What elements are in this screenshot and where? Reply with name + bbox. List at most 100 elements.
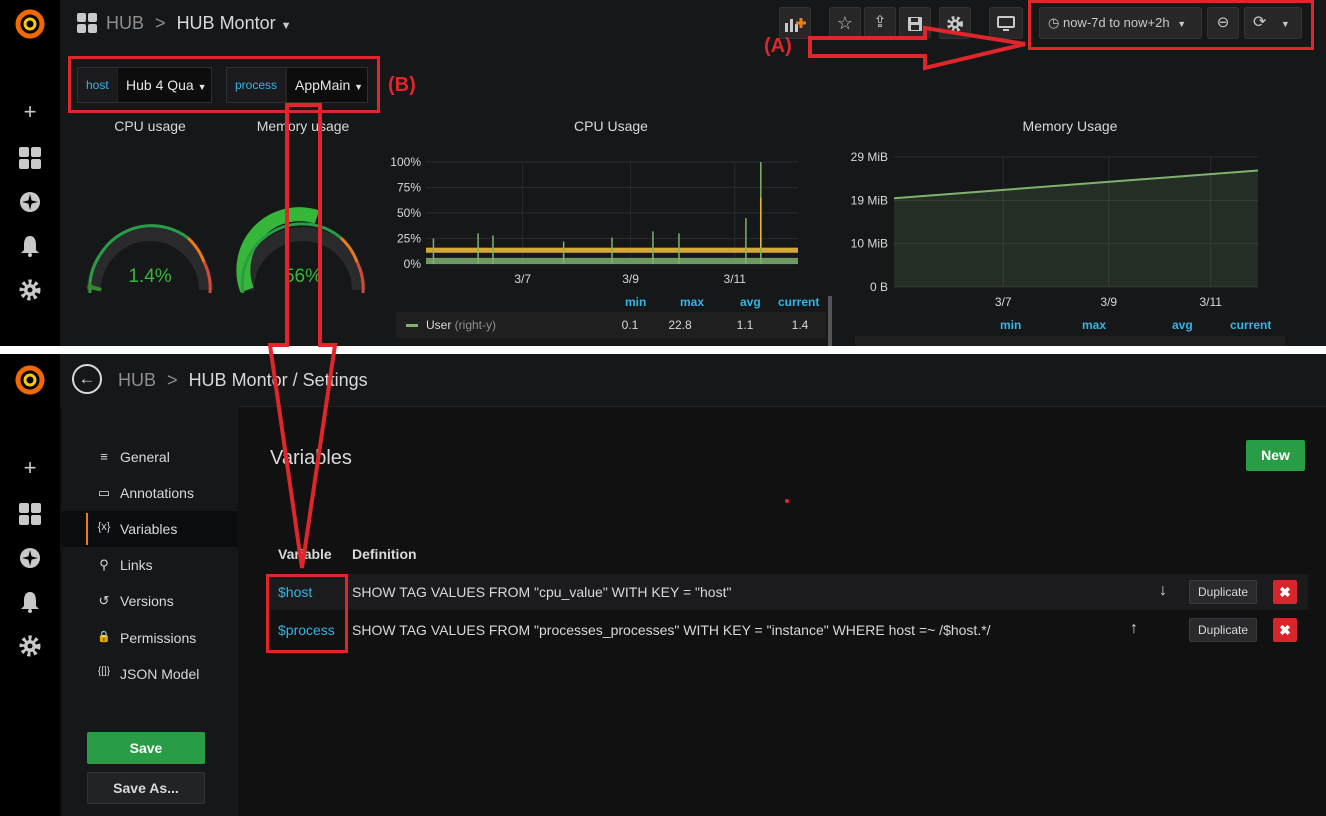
legend-header[interactable]: min [1000, 318, 1021, 332]
memory-usage-graph[interactable]: 29 MiB 19 MiB 10 MiB 0 B 3/7 3/9 3/11 [838, 148, 1278, 308]
nav-item-variables[interactable]: {x} Variables [62, 511, 238, 547]
cpu-usage-graph[interactable]: 100% 75% 50% 25% 0% 3/7 3/9 3/11 [380, 148, 820, 288]
grafana-logo-icon[interactable] [14, 364, 46, 396]
arrow-up-icon[interactable]: ↑ [1130, 620, 1138, 638]
back-arrow-icon[interactable]: ← [72, 364, 102, 394]
x-tick-label: 3/9 [622, 272, 639, 286]
table-row: $host SHOW TAG VALUES FROM "cpu_value" W… [268, 574, 1308, 610]
y-tick-label: 10 MiB [851, 237, 888, 251]
annotation-label-b: (B) [388, 74, 416, 96]
nav-item-permissions[interactable]: 🔒 Permissions [62, 620, 238, 656]
legend-header[interactable]: avg [740, 295, 761, 309]
new-variable-button[interactable]: New [1246, 440, 1305, 471]
legend-value: 22.8 [668, 318, 692, 332]
nav-label: Links [120, 557, 153, 573]
red-dot [785, 499, 789, 503]
breadcrumb-separator: > [155, 13, 166, 33]
breadcrumb-folder[interactable]: HUB [106, 13, 144, 33]
table-row: $process SHOW TAG VALUES FROM "processes… [268, 612, 1308, 648]
legend-value: 0.1 [621, 318, 639, 332]
duplicate-button[interactable]: Duplicate [1189, 618, 1257, 642]
breadcrumb-folder[interactable]: HUB [118, 370, 156, 390]
plus-icon[interactable]: + [18, 100, 42, 124]
explore-compass-icon[interactable] [18, 546, 42, 570]
grafana-logo-icon[interactable] [14, 8, 46, 40]
sidebar: + [0, 0, 60, 346]
legend-header[interactable]: current [778, 295, 819, 309]
nav-label: General [120, 449, 170, 465]
link-icon: ⚲ [99, 557, 109, 572]
configuration-gear-icon[interactable] [18, 278, 42, 302]
scrollbar[interactable] [828, 296, 832, 346]
delete-icon[interactable]: ✖ [1273, 618, 1297, 642]
x-tick-label: 3/11 [1199, 295, 1222, 308]
save-as-button[interactable]: Save As... [87, 772, 205, 804]
series-area [894, 170, 1258, 287]
y-tick-label: 100% [390, 155, 421, 169]
annotation-arrow-a [808, 25, 1026, 71]
x-tick-label: 3/7 [995, 295, 1012, 308]
annotation-arrow-b [267, 103, 338, 569]
nav-item-annotations[interactable]: ▭ Annotations [62, 475, 238, 511]
history-icon: ↺ [98, 593, 110, 608]
legend-header[interactable]: avg [1172, 318, 1193, 332]
dashboards-icon[interactable] [18, 146, 42, 170]
legend-header[interactable]: max [1082, 318, 1106, 332]
cpu-gauge: 1.4% [87, 224, 213, 294]
sliders-icon: ≡ [100, 449, 108, 464]
legend-row-partial [855, 336, 1285, 346]
nav-item-general[interactable]: ≡ General [62, 439, 238, 475]
legend-value: 1.1 [736, 318, 754, 332]
nav-label: Annotations [120, 485, 194, 501]
y-tick-label: 29 MiB [851, 150, 888, 164]
lock-icon: 🔒 [97, 631, 111, 643]
image-separator [0, 346, 1326, 354]
dashboard-title[interactable]: HUB Montor [177, 13, 276, 33]
nav-label: Variables [120, 521, 178, 537]
legend-header[interactable]: current [1230, 318, 1271, 332]
legend-header[interactable]: min [625, 295, 646, 309]
x-tick-label: 3/9 [1100, 295, 1117, 308]
annotation-label-a: (A) [764, 35, 792, 57]
dashboards-icon[interactable] [18, 502, 42, 526]
y-tick-label: 0 B [870, 280, 888, 294]
dashboard-grid-icon[interactable] [77, 13, 97, 38]
save-button[interactable]: Save [87, 732, 205, 764]
alerting-bell-icon[interactable] [18, 590, 42, 614]
y-tick-label: 0% [404, 257, 422, 271]
alerting-bell-icon[interactable] [18, 234, 42, 258]
nav-item-versions[interactable]: ↺ Versions [62, 583, 238, 619]
legend-swatch [406, 324, 418, 327]
nav-item-json-model[interactable]: {[]} JSON Model [62, 656, 238, 692]
arrow-down-icon[interactable]: ↓ [1159, 582, 1167, 600]
legend-value: 1.4 [791, 318, 809, 332]
duplicate-button[interactable]: Duplicate [1189, 580, 1257, 604]
nav-label: Permissions [120, 630, 197, 646]
y-tick-label: 50% [397, 206, 421, 220]
dashboard-screenshot: + HUB > HUB Montor ▼ ☆ ⇪ ◷ now-7d to now… [0, 0, 1326, 346]
annotation-box-a [1028, 0, 1314, 50]
x-tick-label: 3/7 [514, 272, 531, 286]
legend-header[interactable]: max [680, 295, 704, 309]
gauge-title: CPU usage [114, 118, 186, 134]
column-header-definition: Definition [352, 546, 417, 562]
delete-icon[interactable]: ✖ [1273, 580, 1297, 604]
panel-title-memory: Memory Usage [1022, 118, 1118, 134]
variable-icon: {x} [97, 521, 111, 533]
settings-screenshot: + ← HUB > HUB Montor / Settings ≡ Genera… [0, 354, 1326, 816]
explore-compass-icon[interactable] [18, 190, 42, 214]
breadcrumb: HUB > HUB Montor ▼ [106, 13, 292, 34]
plus-icon[interactable]: + [18, 456, 42, 480]
y-tick-label: 19 MiB [851, 193, 888, 207]
sidebar: + [0, 354, 60, 816]
configuration-gear-icon[interactable] [18, 634, 42, 658]
json-brackets-icon: {[]} [97, 666, 111, 677]
y-tick-label: 75% [397, 181, 421, 195]
nav-label: Versions [120, 593, 174, 609]
y-tick-label: 25% [397, 232, 421, 246]
gauge-value: 1.4% [128, 266, 171, 287]
legend-series-name[interactable]: User (right-y) [426, 318, 496, 332]
nav-item-links[interactable]: ⚲ Links [62, 547, 238, 583]
nav-label: JSON Model [120, 666, 200, 682]
caret-down-icon[interactable]: ▼ [281, 20, 292, 32]
